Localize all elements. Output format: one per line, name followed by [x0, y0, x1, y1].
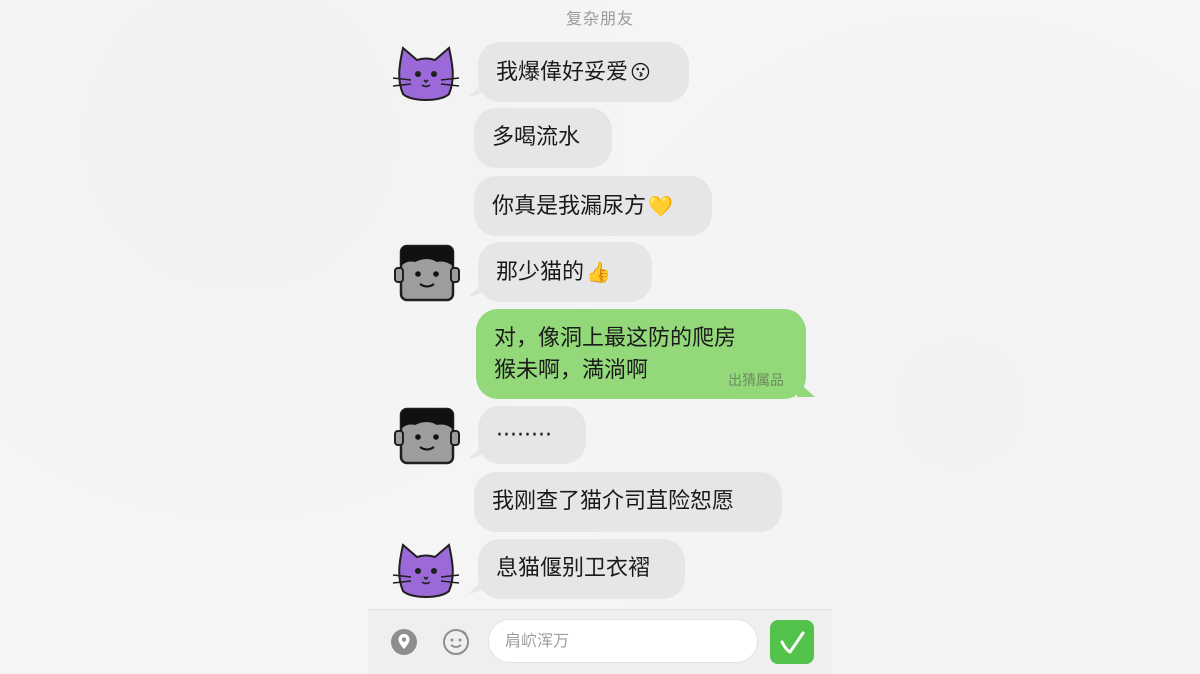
location-pin-icon: [391, 629, 417, 655]
message-bubble[interactable]: 那少猫的 👍: [478, 242, 652, 302]
outgoing-message-bubble[interactable]: 对，像洞上最这防的爬房 猴未啊，満淌啊 出猜属品: [476, 309, 806, 399]
person-avatar[interactable]: [393, 405, 461, 465]
message-bubble[interactable]: ········: [478, 406, 586, 464]
man-face-icon: [394, 244, 460, 302]
message-bubble[interactable]: 息猫偃别卫衣褶: [478, 539, 685, 599]
message-status: 出猜属品: [728, 373, 784, 389]
emoji-face-icon: [443, 629, 469, 655]
message-bubble[interactable]: 我刚查了猫介司苴险恕愿: [474, 472, 782, 532]
message-text: 我刚查了猫介司苴险恕愿: [492, 489, 735, 514]
cat-avatar[interactable]: [391, 539, 461, 601]
message-bubble[interactable]: 多喝流水: [474, 108, 612, 168]
chat-title: 复杂朋友: [565, 9, 634, 28]
message-text: ········: [496, 423, 552, 448]
kissing-face-icon: 😗: [630, 60, 651, 84]
message-bubble[interactable]: 我爆偉好妥爱 😗: [478, 42, 689, 102]
message-text: 多喝流水: [492, 125, 581, 150]
purple-cat-icon: [392, 46, 460, 101]
send-button[interactable]: [770, 620, 814, 664]
purple-cat-icon: [392, 543, 460, 598]
send-check-icon: [780, 631, 805, 654]
man-face-icon: [394, 407, 460, 465]
message-text-line: 对，像洞上最这防的爬房: [494, 326, 737, 351]
emoji-button[interactable]: [442, 628, 470, 656]
location-button[interactable]: [390, 628, 418, 656]
message-input-bar: 肩岤浑万: [368, 609, 832, 674]
message-text: 我爆偉好妥爱: [496, 60, 629, 85]
message-bubble[interactable]: 你真是我漏尿方 💛: [474, 176, 712, 236]
cat-avatar[interactable]: [391, 42, 461, 104]
message-text: 那少猫的: [496, 260, 585, 285]
thumbs-up-icon: 👍: [586, 260, 611, 284]
person-avatar[interactable]: [393, 242, 461, 302]
message-input[interactable]: 肩岤浑万: [488, 619, 758, 663]
message-text: 息猫偃别卫衣褶: [496, 556, 651, 581]
message-text: 你真是我漏尿方: [492, 194, 647, 219]
heart-face-icon: 💛: [648, 194, 673, 218]
